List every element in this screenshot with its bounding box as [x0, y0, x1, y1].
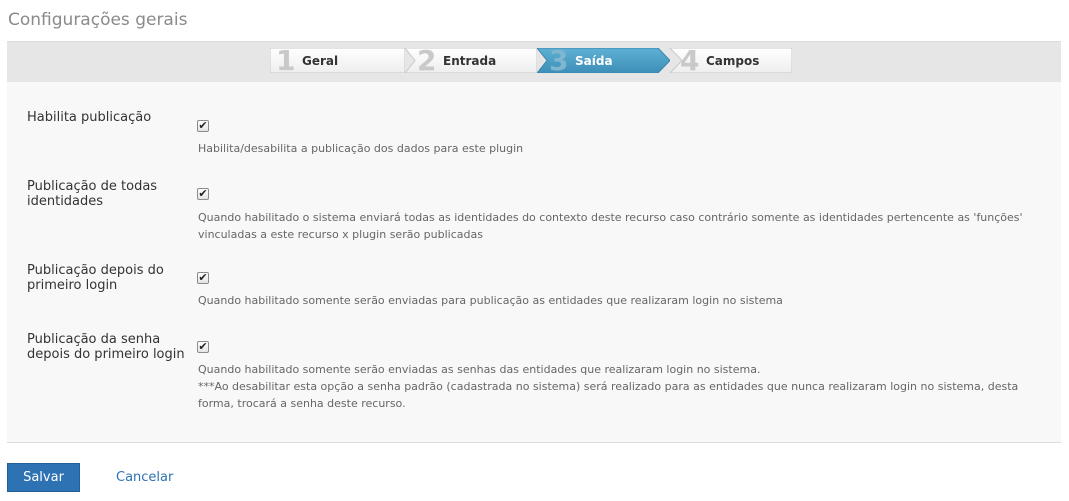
step-label: Geral	[302, 53, 339, 68]
habilita-publicacao-checkbox[interactable]: ✔	[197, 120, 209, 132]
setting-description-line: ***Ao desabilitar esta opção a senha pad…	[198, 380, 1019, 410]
page-title: Configurações gerais	[8, 10, 188, 30]
setting-label: Habilita publicação	[27, 110, 152, 125]
todas-identidades-checkbox[interactable]: ✔	[197, 188, 209, 200]
save-button[interactable]: Salvar	[7, 463, 80, 492]
step-number: 3	[549, 44, 569, 77]
setting-label: Publicação da senha depois do primeiro l…	[27, 332, 185, 362]
settings-panel: Habilita publicação ✔ Habilita/desabilit…	[7, 82, 1061, 443]
setting-description-line: Quando habilitado somente serão enviadas…	[198, 363, 761, 376]
step-label: Saída	[575, 53, 613, 68]
setting-description: Quando habilitado o sistema enviará toda…	[198, 211, 1023, 241]
wizard-step-geral[interactable]: 1 Geral	[270, 44, 405, 77]
wizard-steps: 1 Geral 2 Entrada 3 Saída 4 Campos	[270, 44, 800, 77]
check-icon: ✔	[198, 119, 208, 132]
setting-description: Quando habilitado somente serão enviadas…	[198, 361, 1053, 412]
wizard-step-campos[interactable]: 4 Campos	[662, 44, 792, 77]
wizard-step-saida[interactable]: 3 Saída	[537, 44, 670, 77]
setting-description: Quando habilitado somente serão enviadas…	[198, 294, 783, 307]
step-number: 4	[680, 44, 700, 77]
step-number: 1	[276, 44, 296, 77]
setting-label: Publicação de todas identidades	[27, 179, 158, 209]
wizard-step-entrada[interactable]: 2 Entrada	[405, 44, 537, 77]
check-icon: ✔	[198, 271, 208, 284]
setting-description: Habilita/desabilita a publicação dos dad…	[198, 142, 524, 155]
cancel-link[interactable]: Cancelar	[116, 470, 173, 485]
senha-primeiro-login-checkbox[interactable]: ✔	[197, 341, 209, 353]
wizard-bar: 1 Geral 2 Entrada 3 Saída 4 Campos	[7, 41, 1061, 82]
step-number: 2	[417, 44, 437, 77]
depois-primeiro-login-checkbox[interactable]: ✔	[197, 272, 209, 284]
step-label: Campos	[706, 53, 760, 68]
check-icon: ✔	[198, 187, 208, 200]
setting-label: Publicação depois do primeiro login	[27, 263, 164, 293]
check-icon: ✔	[198, 340, 208, 353]
step-label: Entrada	[443, 53, 497, 68]
